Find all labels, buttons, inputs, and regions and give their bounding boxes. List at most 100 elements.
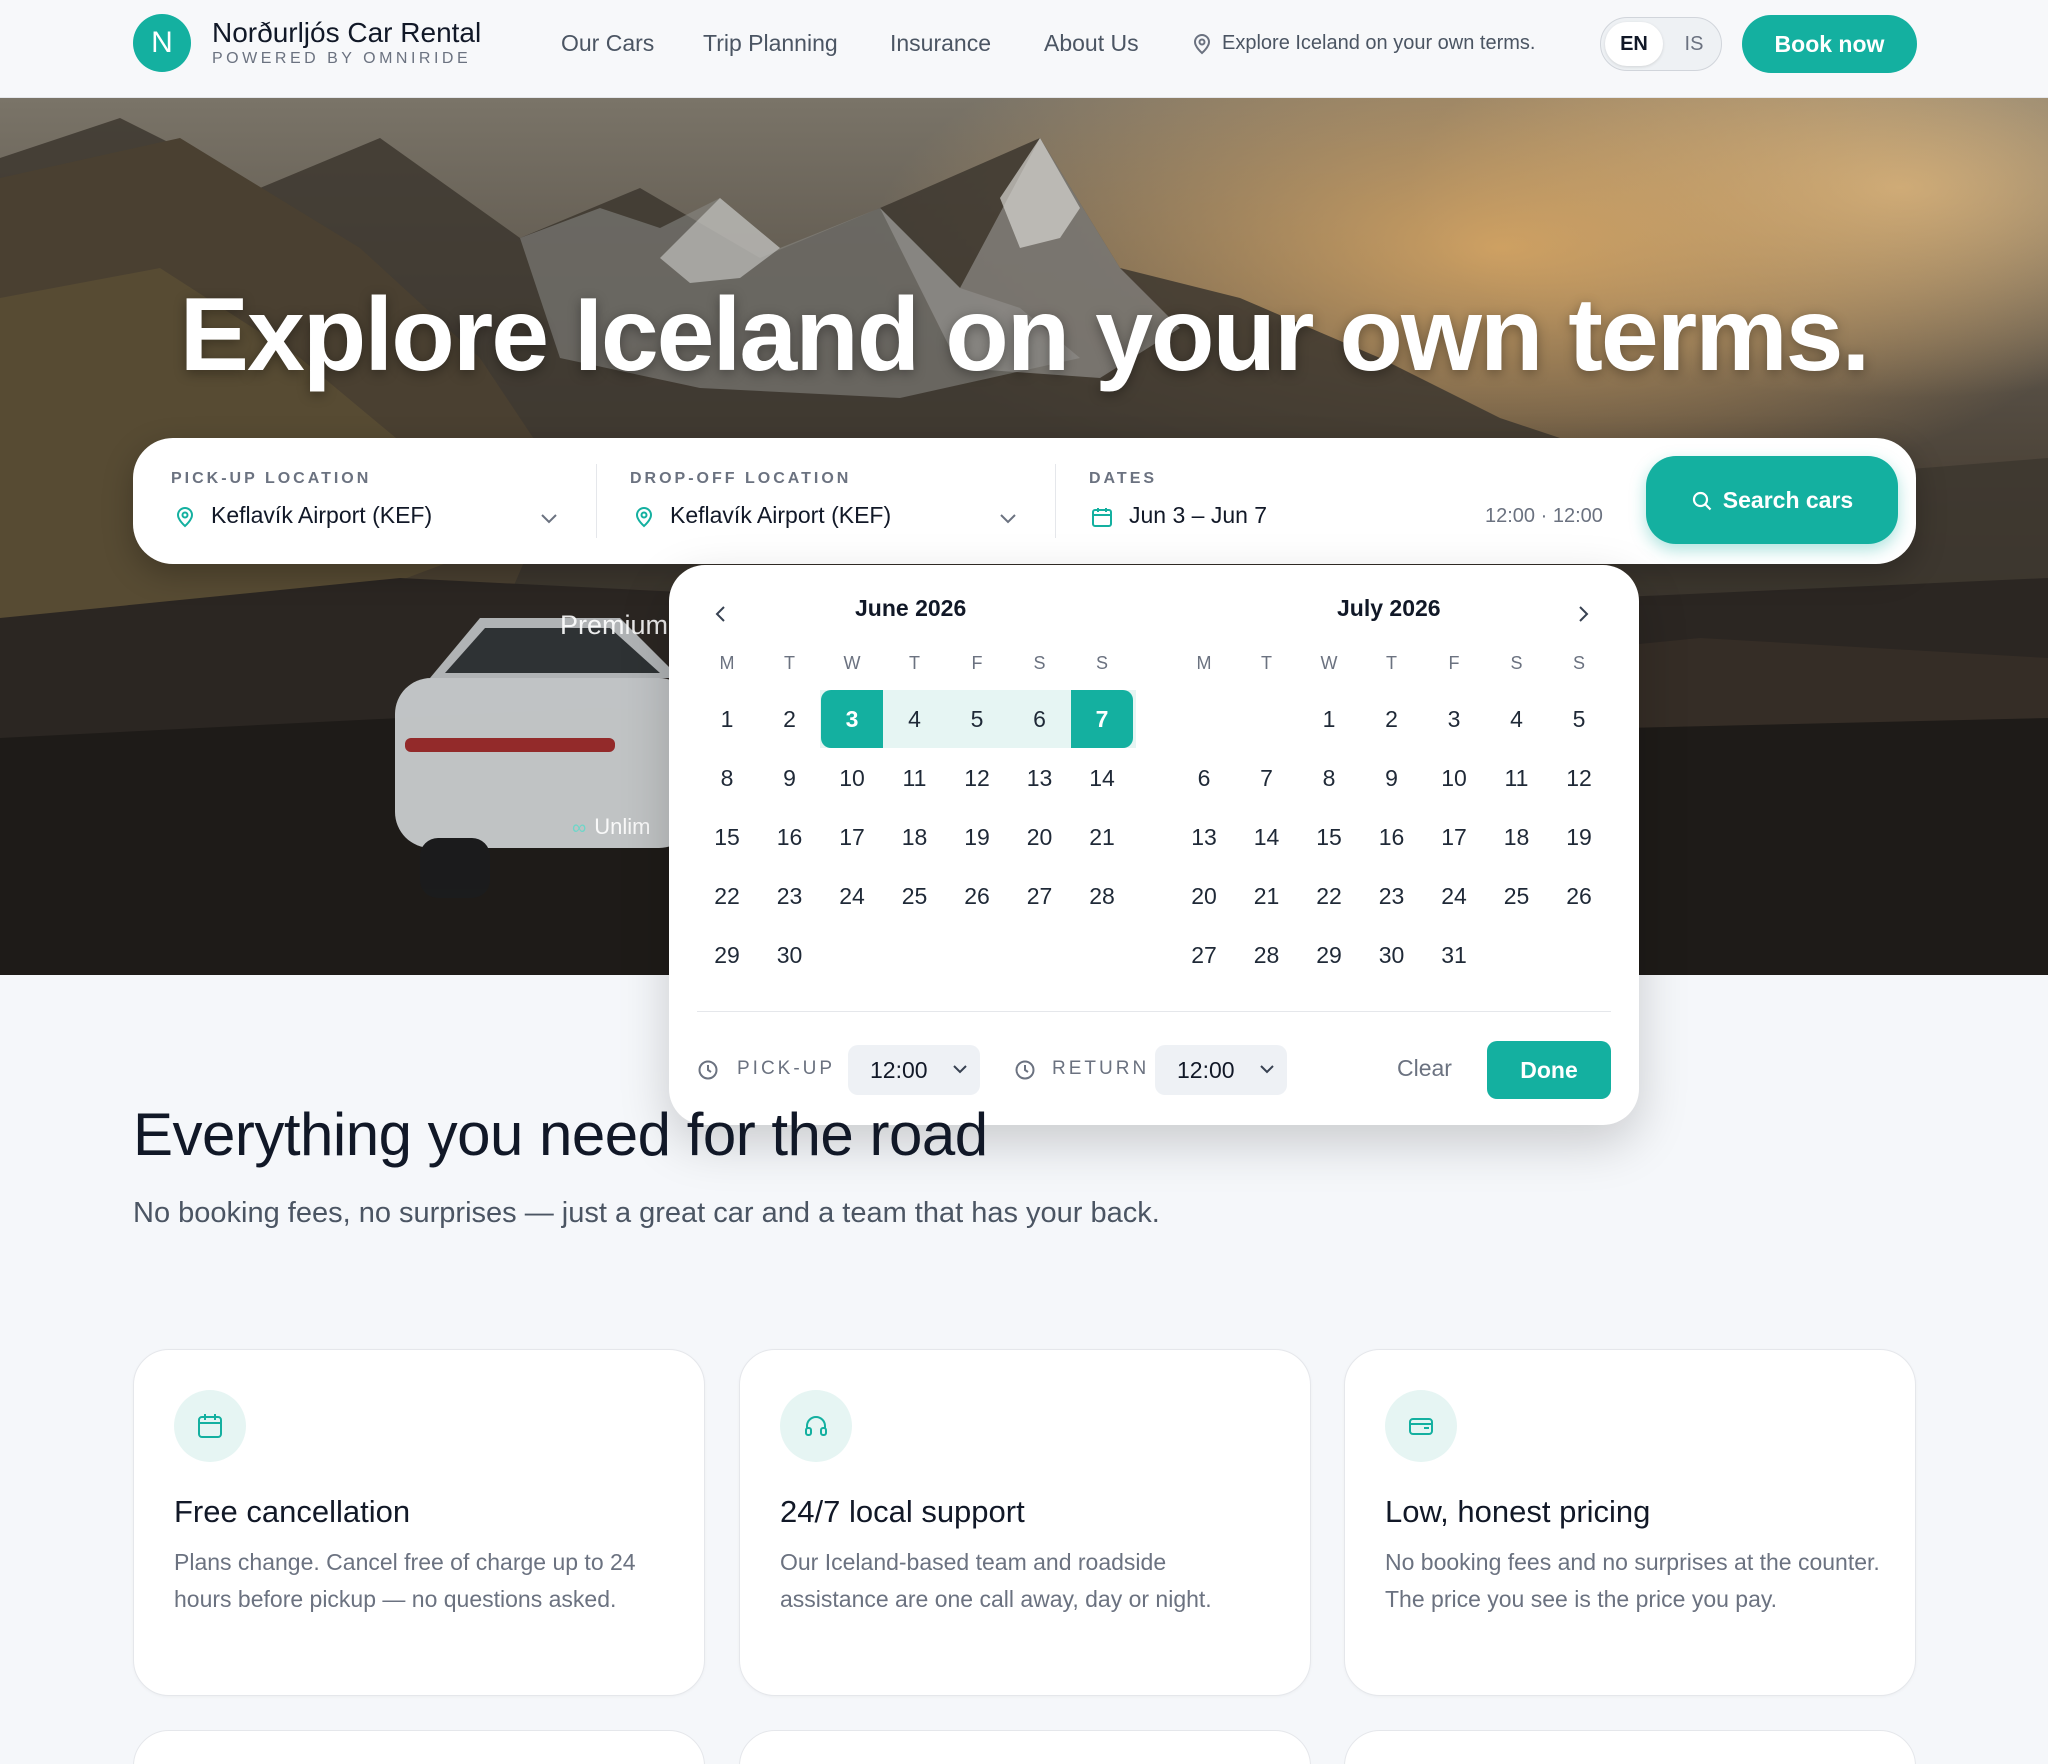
- pickup-pin-icon: [175, 506, 195, 533]
- dropoff-pin-icon: [634, 506, 654, 533]
- calendar-day[interactable]: 6: [1009, 690, 1071, 748]
- dropoff-location-select[interactable]: Keflavík Airport (KEF): [670, 502, 891, 529]
- dropoff-location-label: DROP-OFF LOCATION: [630, 470, 852, 487]
- calendar-day[interactable]: 9: [1361, 749, 1423, 807]
- nav-about-us[interactable]: About Us: [1044, 30, 1139, 57]
- prev-month-chevron-icon[interactable]: [714, 605, 728, 628]
- nav-trip-planning[interactable]: Trip Planning: [703, 30, 838, 57]
- calendar-day-selected-start[interactable]: 3: [821, 690, 883, 748]
- calendar-day[interactable]: 13: [1009, 749, 1071, 807]
- calendar-day-selected-end[interactable]: 7: [1071, 690, 1133, 748]
- calendar-day[interactable]: 18: [884, 808, 946, 866]
- calendar-day[interactable]: 14: [1236, 808, 1298, 866]
- times-value: 12:00 · 12:00: [1485, 505, 1603, 527]
- pickup-chevron-down-icon[interactable]: [540, 512, 558, 530]
- calendar-day[interactable]: 8: [696, 749, 758, 807]
- calendar-day[interactable]: 20: [1009, 808, 1071, 866]
- calendar-day[interactable]: 27: [1173, 926, 1235, 984]
- logo-mark[interactable]: N: [133, 14, 191, 72]
- calendar-day[interactable]: 21: [1236, 867, 1298, 925]
- calendar-day[interactable]: 3: [1423, 690, 1485, 748]
- unlimited-mileage-label: ∞ Unlim: [572, 814, 651, 839]
- calendar-day[interactable]: 4: [884, 690, 946, 748]
- calendar-day[interactable]: 11: [1486, 749, 1548, 807]
- calendar-day[interactable]: 8: [1298, 749, 1360, 807]
- calendar-day[interactable]: 14: [1071, 749, 1133, 807]
- calendar-day[interactable]: 23: [1361, 867, 1423, 925]
- lang-en-option[interactable]: EN: [1605, 22, 1663, 66]
- calendar-day[interactable]: 24: [821, 867, 883, 925]
- calendar-day[interactable]: 30: [1361, 926, 1423, 984]
- calendar-day[interactable]: 24: [1423, 867, 1485, 925]
- nav-insurance[interactable]: Insurance: [890, 30, 991, 57]
- headset-icon: [780, 1390, 852, 1462]
- calendar-day[interactable]: 28: [1236, 926, 1298, 984]
- calendar-day[interactable]: 17: [821, 808, 883, 866]
- weekday-header: W: [843, 653, 861, 673]
- weekday-header: M: [1196, 653, 1212, 673]
- return-time-select[interactable]: 12:00: [1155, 1045, 1287, 1095]
- hero-title: Explore Iceland on your own terms.: [179, 277, 1871, 393]
- calendar-day[interactable]: 31: [1423, 926, 1485, 984]
- calendar-day[interactable]: 29: [696, 926, 758, 984]
- calendar-day[interactable]: 12: [946, 749, 1008, 807]
- calendar-day[interactable]: 5: [946, 690, 1008, 748]
- pickup-location-select[interactable]: Keflavík Airport (KEF): [211, 502, 432, 529]
- calendar-day[interactable]: 16: [1361, 808, 1423, 866]
- lang-is-option[interactable]: IS: [1669, 22, 1719, 66]
- calendar-day[interactable]: 21: [1071, 808, 1133, 866]
- clear-dates-button[interactable]: Clear: [1397, 1055, 1452, 1082]
- dropoff-chevron-down-icon[interactable]: [999, 512, 1017, 530]
- calendar-day[interactable]: 19: [946, 808, 1008, 866]
- calendar-day[interactable]: 29: [1298, 926, 1360, 984]
- next-month-chevron-icon[interactable]: [1576, 605, 1590, 628]
- calendar-day[interactable]: 15: [1298, 808, 1360, 866]
- book-now-button[interactable]: Book now: [1742, 15, 1917, 73]
- calendar-day[interactable]: 2: [759, 690, 821, 748]
- dates-field[interactable]: Jun 3 – Jun 7: [1129, 502, 1267, 529]
- pickup-time-label: PICK-UP: [737, 1058, 836, 1079]
- calendar-day[interactable]: 6: [1173, 749, 1235, 807]
- brand-name[interactable]: Norðurljós Car Rental: [212, 17, 481, 49]
- calendar-day[interactable]: 1: [1298, 690, 1360, 748]
- calendar-day[interactable]: 9: [759, 749, 821, 807]
- calendar-day[interactable]: 26: [1548, 867, 1610, 925]
- field-divider: [596, 464, 597, 538]
- calendar-day[interactable]: 19: [1548, 808, 1610, 866]
- calendar-day[interactable]: 4: [1486, 690, 1548, 748]
- calendar-day[interactable]: 10: [821, 749, 883, 807]
- calendar-day[interactable]: 27: [1009, 867, 1071, 925]
- calendar-day[interactable]: 2: [1361, 690, 1423, 748]
- calendar-day[interactable]: 15: [696, 808, 758, 866]
- calendar-icon: [1091, 506, 1113, 533]
- calendar-day[interactable]: 7: [1236, 749, 1298, 807]
- nav-our-cars[interactable]: Our Cars: [561, 30, 654, 57]
- calendar-day[interactable]: 25: [884, 867, 946, 925]
- search-bar: PICK-UP LOCATION Keflavík Airport (KEF) …: [133, 438, 1916, 564]
- calendar-day[interactable]: 18: [1486, 808, 1548, 866]
- search-cars-button[interactable]: Search cars: [1646, 456, 1898, 544]
- calendar-day[interactable]: 1: [696, 690, 758, 748]
- pickup-time-select[interactable]: 12:00: [848, 1045, 980, 1095]
- calendar-day[interactable]: 17: [1423, 808, 1485, 866]
- calendar-day[interactable]: 16: [759, 808, 821, 866]
- calendar-day[interactable]: 25: [1486, 867, 1548, 925]
- calendar-day[interactable]: 23: [759, 867, 821, 925]
- date-picker-popover: June 2026 July 2026 M T W T F S S 1 2 3 4 5 6 7 8 9 10 11…: [669, 565, 1639, 1125]
- calendar-day[interactable]: 30: [759, 926, 821, 984]
- calendar-day[interactable]: 22: [696, 867, 758, 925]
- weekday-header: S: [1095, 653, 1108, 673]
- calendar-day[interactable]: 5: [1548, 690, 1610, 748]
- calendar-day[interactable]: 26: [946, 867, 1008, 925]
- calendar-day[interactable]: 28: [1071, 867, 1133, 925]
- calendar-day[interactable]: 13: [1173, 808, 1235, 866]
- calendar-day[interactable]: 20: [1173, 867, 1235, 925]
- calendar-day[interactable]: 10: [1423, 749, 1485, 807]
- calendar-day[interactable]: 11: [884, 749, 946, 807]
- feature-card-local-support: 24/7 local support Our Iceland-based tea…: [739, 1349, 1311, 1696]
- done-button[interactable]: Done: [1487, 1041, 1611, 1099]
- feature-card-free-cancellation: Free cancellation Plans change. Cancel f…: [133, 1349, 705, 1696]
- calendar-day[interactable]: 22: [1298, 867, 1360, 925]
- calendar-day[interactable]: 12: [1548, 749, 1610, 807]
- feature-card-honest-pricing: Low, honest pricing No booking fees and …: [1344, 1349, 1916, 1696]
